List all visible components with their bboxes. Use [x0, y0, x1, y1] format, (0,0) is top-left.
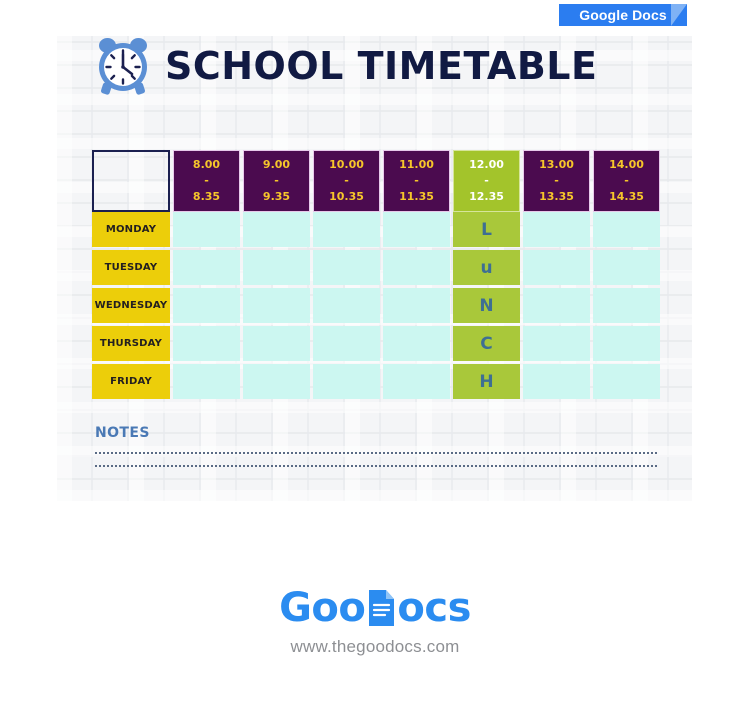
timetable-cell-friday-4[interactable] [383, 364, 450, 399]
google-docs-badge-label: Google Docs [579, 7, 667, 23]
time-start: 10.00 [329, 158, 364, 172]
timetable-cell-monday-6[interactable] [523, 212, 590, 247]
timetable-cell-wednesday-2[interactable] [243, 288, 310, 323]
timetable-time-header-6[interactable]: 13.00 -13.35 [523, 150, 590, 212]
timetable-cell-wednesday-3[interactable] [313, 288, 380, 323]
timetable-cell-thursday-6[interactable] [523, 326, 590, 361]
time-start: 8.00 [192, 158, 221, 172]
time-separator: - [274, 174, 279, 188]
timetable-row: MONDAY L [92, 212, 660, 247]
timetable-cell-friday-7[interactable] [593, 364, 660, 399]
notes-line[interactable] [95, 452, 657, 454]
timetable-row: TUESDAY u [92, 250, 660, 285]
time-end: 12.35 [469, 189, 504, 203]
timetable-cell-thursday-2[interactable] [243, 326, 310, 361]
timetable-cell-friday-3[interactable] [313, 364, 380, 399]
timetable-cell-friday-2[interactable] [243, 364, 310, 399]
title-row: SCHOOL TIMETABLE [95, 36, 597, 96]
brand-url: www.thegoodocs.com [290, 637, 460, 656]
document-icon [369, 590, 395, 626]
time-end: 10.35 [329, 189, 364, 203]
footer: Goo ocs www.thegoodocs.com [0, 588, 750, 657]
day-label-tuesday[interactable]: TUESDAY [92, 250, 170, 285]
timetable-cell-monday-1[interactable] [173, 212, 240, 247]
brand-text-suffix: ocs [397, 585, 471, 631]
time-end: 13.35 [539, 189, 574, 203]
time-end: 14.35 [609, 189, 644, 203]
timetable-row: THURSDAY C [92, 326, 660, 361]
timetable-time-header-3[interactable]: 10.00 -10.35 [313, 150, 380, 212]
timetable-cell-tuesday-3[interactable] [313, 250, 380, 285]
timetable-cell-thursday-1[interactable] [173, 326, 240, 361]
time-separator: - [414, 174, 419, 188]
timetable-cell-tuesday-2[interactable] [243, 250, 310, 285]
google-docs-badge-fold-icon [671, 4, 687, 26]
timetable-time-header-5[interactable]: 12.00 -12.35 [453, 150, 520, 212]
time-start: 9.00 [262, 158, 291, 172]
timetable-cell-monday-3[interactable] [313, 212, 380, 247]
timetable-row: WEDNESDAY N [92, 288, 660, 323]
timetable-cell-wednesday-1[interactable] [173, 288, 240, 323]
day-label-friday[interactable]: FRIDAY [92, 364, 170, 399]
time-separator: - [624, 174, 629, 188]
timetable-cell-tuesday-1[interactable] [173, 250, 240, 285]
time-start: 12.00 [469, 158, 504, 172]
timetable-cell-wednesday-6[interactable] [523, 288, 590, 323]
day-label-wednesday[interactable]: WEDNESDAY [92, 288, 170, 323]
google-docs-badge: Google Docs [559, 4, 687, 26]
time-end: 8.35 [192, 189, 221, 203]
timetable-cell-tuesday-7[interactable] [593, 250, 660, 285]
brand-text-prefix: Goo [279, 585, 366, 631]
timetable-header-row: 8.00-8.35 9.00-9.35 10.00-10.35 11.00-11.35… [92, 150, 660, 212]
timetable-cell-friday-6[interactable] [523, 364, 590, 399]
timetable-cell-monday-2[interactable] [243, 212, 310, 247]
notes-section: NOTES [95, 425, 657, 467]
lunch-cell-wednesday[interactable]: N [453, 288, 520, 323]
time-separator: - [344, 174, 349, 188]
lunch-cell-thursday[interactable]: C [453, 326, 520, 361]
time-end: 11.35 [399, 189, 434, 203]
timetable-cell-thursday-4[interactable] [383, 326, 450, 361]
timetable-cell-thursday-7[interactable] [593, 326, 660, 361]
timetable-time-header-2[interactable]: 9.00 -9.35 [243, 150, 310, 212]
timetable-time-header-4[interactable]: 11.00 -11.35 [383, 150, 450, 212]
time-start: 11.00 [399, 158, 434, 172]
time-start: 14.00 [609, 158, 644, 172]
alarm-clock-icon [99, 38, 147, 95]
lunch-cell-monday[interactable]: L [453, 212, 520, 247]
notes-line[interactable] [95, 465, 657, 467]
day-label-thursday[interactable]: THURSDAY [92, 326, 170, 361]
timetable-cell-wednesday-4[interactable] [383, 288, 450, 323]
timetable-body: MONDAY L TUESDAY u WEDNESDAY N THURSDAY C FRIDAY… [92, 212, 660, 399]
timetable-cell-tuesday-4[interactable] [383, 250, 450, 285]
time-end: 9.35 [262, 189, 291, 203]
page-title: SCHOOL TIMETABLE [165, 44, 598, 88]
timetable-cell-tuesday-6[interactable] [523, 250, 590, 285]
time-separator: - [484, 174, 489, 188]
lunch-cell-tuesday[interactable]: u [453, 250, 520, 285]
timetable-cell-friday-1[interactable] [173, 364, 240, 399]
timetable-corner-cell[interactable] [92, 150, 170, 212]
timetable-cell-wednesday-7[interactable] [593, 288, 660, 323]
goodocs-logo: Goo ocs [279, 588, 471, 628]
day-label-monday[interactable]: MONDAY [92, 212, 170, 247]
timetable: 8.00-8.35 9.00-9.35 10.00-10.35 11.00-11.35… [92, 150, 660, 399]
timetable-row: FRIDAY H [92, 364, 660, 399]
timetable-cell-thursday-3[interactable] [313, 326, 380, 361]
time-separator: - [204, 174, 209, 188]
lunch-cell-friday[interactable]: H [453, 364, 520, 399]
time-separator: - [554, 174, 559, 188]
time-start: 13.00 [539, 158, 574, 172]
timetable-time-header-1[interactable]: 8.00 -8.35 [173, 150, 240, 212]
timetable-cell-monday-4[interactable] [383, 212, 450, 247]
notes-label: NOTES [95, 425, 150, 441]
timetable-time-header-7[interactable]: 14.00 -14.35 [593, 150, 660, 212]
timetable-cell-monday-7[interactable] [593, 212, 660, 247]
